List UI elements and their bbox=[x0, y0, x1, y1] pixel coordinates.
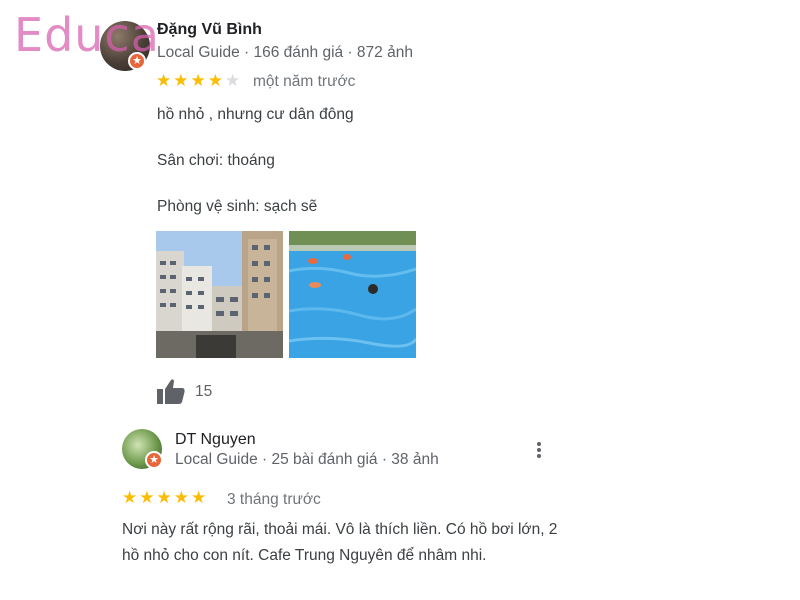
star-icon: ★ bbox=[207, 71, 223, 91]
review-text: Nơi này rất rộng rãi, thoải mái. Vô là t… bbox=[122, 521, 558, 564]
star-icon: ★ bbox=[139, 488, 155, 508]
review-time: 3 tháng trước bbox=[227, 491, 321, 508]
star-icon: ★ bbox=[173, 71, 189, 91]
review-text-line: Phòng vệ sinh: sạch sẽ bbox=[157, 198, 318, 215]
star-rating: ★ ★ ★ ★ ★ bbox=[122, 489, 206, 507]
star-icon: ★ bbox=[122, 488, 138, 508]
reviewer-name[interactable]: DT Nguyen bbox=[175, 431, 256, 449]
reviewer-meta: Local Guide · 166 đánh giá · 872 ảnh bbox=[157, 44, 413, 61]
review-text-line: Sân chơi: thoáng bbox=[157, 152, 275, 169]
like-count: 15 bbox=[195, 383, 213, 400]
thumbs-up-icon[interactable] bbox=[156, 377, 186, 405]
watermark-logo: Educa bbox=[14, 8, 160, 62]
star-icon: ★ bbox=[173, 488, 189, 508]
star-icon: ★ bbox=[190, 71, 206, 91]
star-icon: ★ bbox=[156, 71, 172, 91]
review-time: một năm trước bbox=[253, 73, 356, 90]
star-empty-icon: ★ bbox=[225, 71, 241, 91]
reviewer-name[interactable]: Đặng Vũ Bình bbox=[157, 21, 262, 39]
star-icon: ★ bbox=[191, 488, 207, 508]
more-options-icon[interactable] bbox=[532, 440, 546, 460]
local-guide-badge-icon: ★ bbox=[145, 451, 163, 469]
star-rating: ★ ★ ★ ★ ★ bbox=[156, 72, 240, 90]
building-photo[interactable] bbox=[156, 231, 283, 358]
review-text-line: hồ nhỏ , nhưng cư dân đông bbox=[157, 106, 354, 123]
star-icon: ★ bbox=[156, 488, 172, 508]
pool-photo[interactable] bbox=[289, 231, 416, 358]
reviewer-meta: Local Guide · 25 bài đánh giá · 38 ảnh bbox=[175, 451, 439, 468]
